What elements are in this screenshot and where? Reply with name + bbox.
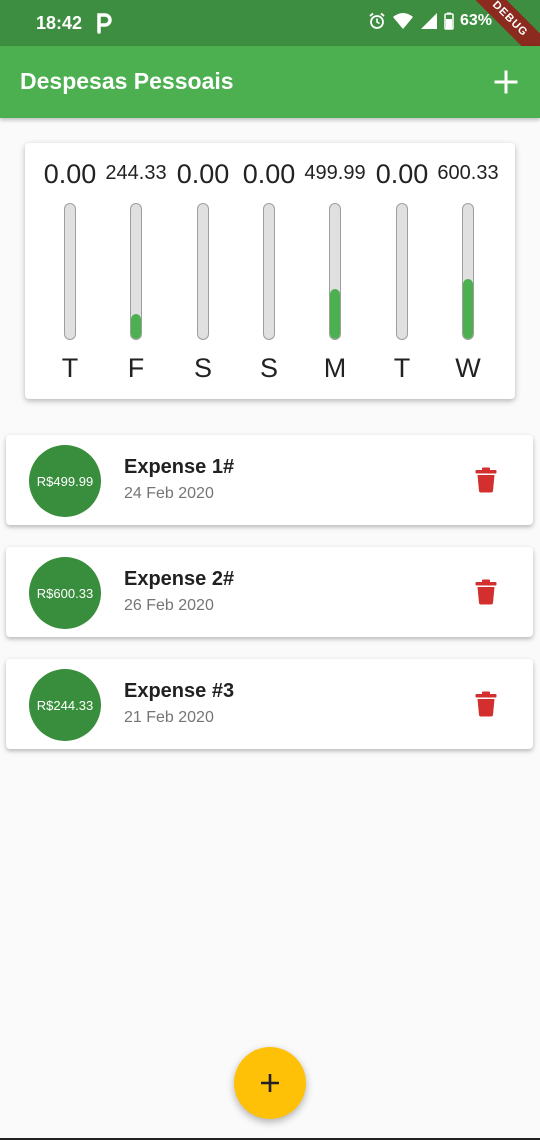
chart-column: 0.00 T <box>369 143 435 399</box>
chart-bar-fill <box>463 278 473 339</box>
battery-icon <box>444 12 454 30</box>
transaction-title: Expense 2# <box>124 568 235 590</box>
chart-value-label: 499.99 <box>304 162 366 184</box>
battery-percent: 63% <box>459 12 492 29</box>
chart-column: 0.00 S <box>170 143 236 399</box>
transaction-date: 26 Feb 2020 <box>124 597 214 614</box>
chart-bar-fill <box>330 288 340 339</box>
chart-bar-track <box>329 203 341 340</box>
chart-value-label: 244.33 <box>105 162 167 184</box>
chart-column: 0.00 T <box>37 143 103 399</box>
chart-day-label: T <box>61 353 79 383</box>
transaction-date: 21 Feb 2020 <box>124 709 214 726</box>
chart-value-label: 0.00 <box>43 159 97 189</box>
transaction-card: R$600.33 Expense 2# 26 Feb 2020 <box>6 547 533 637</box>
fab-add-button[interactable] <box>234 1047 306 1119</box>
chart-day-label: M <box>323 353 347 383</box>
chart-value-label: 0.00 <box>242 159 296 189</box>
status-icons: 63% <box>368 12 492 30</box>
amount-avatar: R$600.33 <box>29 557 101 629</box>
app-bar: Despesas Pessoais <box>0 46 540 118</box>
add-expense-button[interactable] <box>488 64 524 100</box>
app-title: Despesas Pessoais <box>20 68 234 94</box>
transaction-card: R$244.33 Expense #3 21 Feb 2020 <box>6 659 533 749</box>
transaction-title: Expense 1# <box>124 456 235 478</box>
delete-button[interactable] <box>475 579 497 605</box>
chart-day-label: W <box>455 353 481 383</box>
plus-icon <box>261 1074 279 1092</box>
chart-value-label: 600.33 <box>437 162 499 184</box>
chart-day-label: T <box>393 353 411 383</box>
delete-button[interactable] <box>475 467 497 493</box>
chart-bar-track <box>263 203 275 340</box>
wifi-icon <box>392 13 413 29</box>
transaction-date: 24 Feb 2020 <box>124 485 214 502</box>
chart-bar-fill <box>131 314 141 339</box>
chart-value-label: 0.00 <box>176 159 230 189</box>
chart-bar-track <box>462 203 474 340</box>
transaction-title: Expense #3 <box>124 680 235 702</box>
status-time: 18:42 <box>36 13 83 33</box>
chart-bar-track <box>130 203 142 340</box>
chart-column: 0.00 S <box>236 143 302 399</box>
chart-column: 499.99 M <box>302 143 368 399</box>
chart-bar-track <box>396 203 408 340</box>
signal-icon <box>420 13 437 29</box>
chart-day-label: S <box>193 353 212 383</box>
amount-avatar: R$244.33 <box>29 669 101 741</box>
transaction-card: R$499.99 Expense 1# 24 Feb 2020 <box>6 435 533 525</box>
chart-day-label: F <box>127 353 145 383</box>
chart-value-label: 0.00 <box>375 159 429 189</box>
chart-day-label: S <box>259 353 278 383</box>
weekly-chart-card: 0.00 T 244.33 F 0.00 S 0.00 S 499.99 M 0.00 T 600.33… <box>25 143 515 399</box>
p-logo-icon <box>97 13 112 34</box>
status-bar: 18:42 63% <box>0 0 540 46</box>
delete-button[interactable] <box>475 691 497 717</box>
chart-bar-track <box>64 203 76 340</box>
chart-column: 600.33 W <box>435 143 501 399</box>
amount-avatar: R$499.99 <box>29 445 101 517</box>
alarm-icon <box>369 12 385 29</box>
chart-bar-track <box>197 203 209 340</box>
chart-column: 244.33 F <box>103 143 169 399</box>
